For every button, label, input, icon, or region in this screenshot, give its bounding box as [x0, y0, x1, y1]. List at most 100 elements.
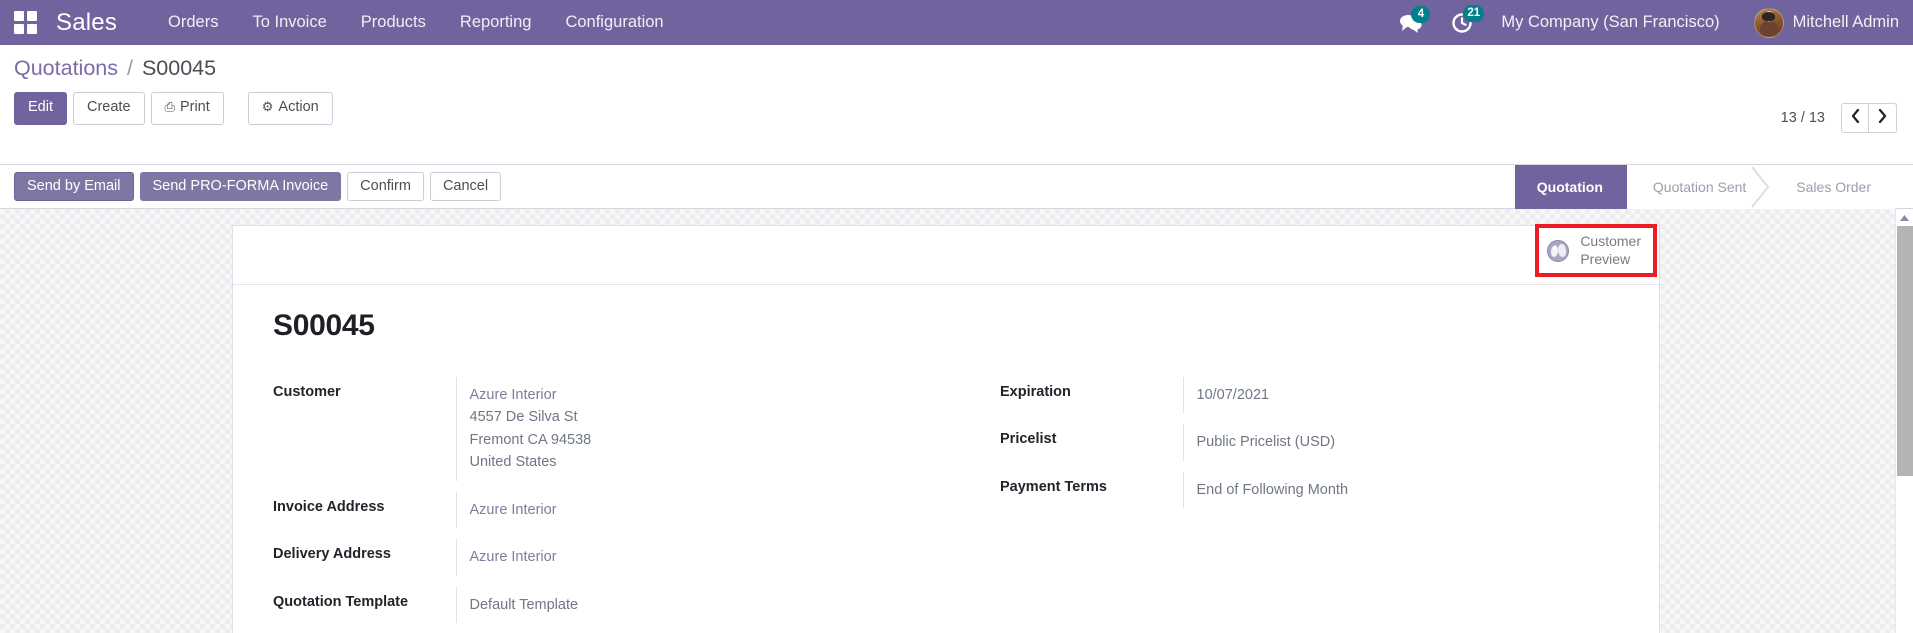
apps-grid-cell — [14, 23, 24, 34]
customer-address-country: United States — [469, 454, 557, 471]
customer-preview-label: Customer Preview — [1580, 233, 1641, 267]
expiration-value: 10/07/2021 — [1182, 377, 1619, 414]
pager-buttons — [1841, 103, 1897, 133]
stage-quotation-sent-label: Quotation Sent — [1652, 178, 1747, 195]
spacer-cell — [273, 576, 456, 587]
spacer-cell — [1183, 461, 1619, 472]
user-menu[interactable]: Mitchell Admin — [1753, 7, 1899, 38]
spacer-row — [273, 576, 946, 587]
breadcrumb-parent-quotations[interactable]: Quotations — [14, 56, 118, 80]
spacer-row — [1000, 461, 1619, 472]
stage-quotation-sent[interactable]: Quotation Sent — [1626, 164, 1771, 209]
form-sheet: Customer Preview S00045 Customer Azure I… — [232, 224, 1660, 633]
pricelist-label: Pricelist — [1000, 431, 1057, 448]
customer-address-line-2: Fremont CA 94538 — [469, 431, 592, 448]
customer-value: Azure Interior 4557 De Silva St Fremont … — [455, 377, 946, 481]
apps-grid-cell — [14, 10, 24, 21]
quotation-template-value: Default Template — [455, 586, 946, 624]
workflow-buttons: Send by Email Send PRO-FORMA Invoice Con… — [14, 172, 502, 201]
cancel-button[interactable]: Cancel — [429, 172, 502, 201]
nav-item-products[interactable]: Products — [344, 0, 443, 45]
spacer-cell — [1183, 413, 1619, 424]
app-brand-sales[interactable]: Sales — [56, 9, 117, 37]
print-button[interactable]: ⎙ Print — [150, 92, 224, 125]
user-name-label: Mitchell Admin — [1792, 13, 1899, 31]
pager-previous-button[interactable] — [1841, 103, 1869, 133]
delivery-address-label: Delivery Address — [273, 546, 391, 563]
customer-link[interactable]: Azure Interior — [470, 387, 557, 403]
customer-preview-button[interactable]: Customer Preview — [1535, 224, 1657, 277]
field-row-pricelist: Pricelist Public Pricelist (USD) — [1000, 424, 1619, 461]
expiration-date-text[interactable]: 10/07/2021 — [1197, 387, 1270, 403]
invoice-address-link[interactable]: Azure Interior — [470, 502, 557, 518]
breadcrumb-separator: / — [126, 56, 133, 80]
nav-item-configuration[interactable]: Configuration — [548, 0, 680, 45]
breadcrumb-current-record: S00045 — [141, 56, 217, 80]
form-column-left: Customer Azure Interior 4557 De Silva St… — [273, 377, 946, 624]
create-button[interactable]: Create — [73, 92, 145, 125]
spacer-cell — [1000, 413, 1183, 424]
field-row-payment-terms: Payment Terms End of Following Month — [1000, 471, 1619, 509]
field-row-delivery-address: Delivery Address Azure Interior — [273, 539, 946, 576]
breadcrumb: Quotations / S00045 — [14, 45, 1899, 81]
globe-icon — [1547, 239, 1570, 262]
stage-quotation-label: Quotation — [1536, 178, 1603, 195]
stage-quotation[interactable]: Quotation — [1514, 164, 1646, 209]
apps-grid-cell — [27, 10, 37, 21]
status-pipeline: Quotation Quotation Sent Sales Order — [1514, 164, 1913, 209]
customer-address-line-1: 4557 De Silva St — [469, 409, 578, 426]
field-row-expiration: Expiration 10/07/2021 — [1000, 377, 1619, 414]
gear-icon: ⚙ — [261, 99, 274, 114]
print-button-label: Print — [179, 99, 210, 115]
vertical-scrollbar[interactable] — [1895, 209, 1913, 633]
control-panel-buttons: Edit Create ⎙ Print ⚙ Action — [14, 92, 1899, 125]
scroll-up-button[interactable] — [1896, 209, 1913, 226]
chevron-right-icon — [1878, 108, 1887, 127]
pager: 13 / 13 — [1781, 103, 1897, 133]
nav-item-orders[interactable]: Orders — [151, 0, 235, 45]
field-row-quotation-template: Quotation Template Default Template — [273, 586, 946, 624]
quotation-template-text[interactable]: Default Template — [470, 597, 579, 613]
spacer-cell — [273, 528, 456, 539]
form-columns: Customer Azure Interior 4557 De Silva St… — [273, 377, 1619, 624]
messages-menu[interactable]: 4 — [1399, 5, 1431, 33]
spacer-cell — [456, 481, 946, 492]
pricelist-text[interactable]: Public Pricelist (USD) — [1197, 434, 1336, 450]
delivery-address-link[interactable]: Azure Interior — [470, 549, 557, 565]
top-navbar: Sales Orders To Invoice Products Reporti… — [0, 0, 1913, 45]
confirm-button[interactable]: Confirm — [347, 172, 424, 201]
spacer-row — [273, 528, 946, 539]
chevron-left-icon — [1851, 108, 1860, 127]
spacer-cell — [456, 528, 946, 539]
customer-label: Customer — [273, 384, 341, 400]
quotation-template-label: Quotation Template — [273, 593, 409, 610]
scrollbar-thumb[interactable] — [1897, 226, 1913, 476]
activities-menu[interactable]: 21 — [1451, 4, 1485, 34]
payment-terms-label: Payment Terms — [1000, 478, 1107, 495]
form-table-left: Customer Azure Interior 4557 De Silva St… — [273, 377, 946, 624]
action-button[interactable]: ⚙ Action — [247, 92, 333, 125]
pager-counter[interactable]: 13 / 13 — [1781, 110, 1825, 126]
action-button-label: Action — [278, 99, 319, 115]
payment-terms-text[interactable]: End of Following Month — [1197, 482, 1349, 498]
activities-count-badge: 21 — [1463, 4, 1485, 22]
company-switcher[interactable]: My Company (San Francisco) — [1501, 13, 1719, 32]
stage-sales-order[interactable]: Sales Order — [1770, 164, 1895, 209]
spacer-cell — [456, 576, 946, 587]
edit-button[interactable]: Edit — [14, 92, 67, 125]
pricelist-value: Public Pricelist (USD) — [1182, 424, 1619, 461]
spacer-cell — [1000, 461, 1183, 472]
nav-item-to-invoice[interactable]: To Invoice — [235, 0, 343, 45]
nav-item-reporting[interactable]: Reporting — [443, 0, 549, 45]
pager-next-button[interactable] — [1869, 103, 1897, 133]
page-title: S00045 — [273, 309, 375, 342]
field-row-invoice-address: Invoice Address Azure Interior — [273, 491, 946, 529]
send-by-email-button[interactable]: Send by Email — [14, 172, 134, 201]
apps-grid-icon[interactable] — [14, 10, 38, 35]
spacer-row — [1000, 413, 1619, 424]
messages-count-badge: 4 — [1411, 5, 1431, 23]
send-proforma-invoice-button[interactable]: Send PRO-FORMA Invoice — [139, 172, 342, 201]
triangle-up-icon — [1899, 209, 1910, 227]
statusbar-row: Send by Email Send PRO-FORMA Invoice Con… — [0, 164, 1913, 209]
invoice-address-label: Invoice Address — [273, 498, 385, 515]
